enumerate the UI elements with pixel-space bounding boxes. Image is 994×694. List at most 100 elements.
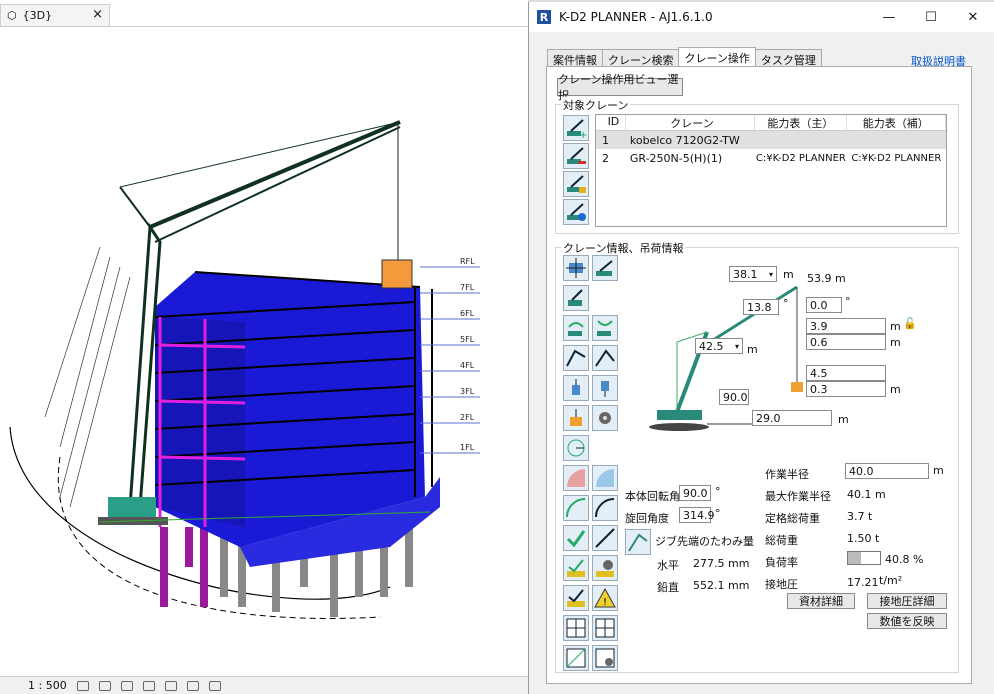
range-area-icon[interactable]	[563, 495, 589, 521]
remove-crane-icon[interactable]	[563, 143, 589, 169]
apply-values-button[interactable]: 数値を反映	[867, 613, 947, 629]
lock-crane-icon[interactable]	[563, 171, 589, 197]
main-boom-select[interactable]: 42.5 ▾	[695, 338, 743, 354]
grid-icon[interactable]	[592, 615, 618, 641]
boom-down-icon[interactable]	[592, 315, 618, 341]
rotation-label: 本体回転角	[625, 490, 680, 503]
model-view[interactable]: ⬡ {3D} × RFL 7FL 6FL 5FL 4FL 3FL 2FL 1FL…	[0, 0, 528, 694]
boom-up-icon[interactable]	[563, 315, 589, 341]
crane-view-icon[interactable]	[592, 255, 618, 281]
material-detail-button[interactable]: 資材詳細	[787, 593, 855, 609]
ground-check-icon[interactable]	[563, 555, 589, 581]
offset-angle-unit: °	[845, 295, 851, 308]
boom-length-select[interactable]: 38.1 ▾	[729, 266, 777, 282]
boom-length-unit: m	[783, 268, 794, 281]
table-row[interactable]: 2 GR-250N-5(H)(1) C:¥K-D2 PLANNER C:¥K-D…	[596, 149, 946, 167]
grid-settings-icon[interactable]	[592, 645, 618, 671]
interference-icon[interactable]	[563, 585, 589, 611]
ground-settings-icon[interactable]	[592, 555, 618, 581]
ground-pressure-value: 17.21	[847, 576, 879, 589]
3d-viewport[interactable]: RFL 7FL 6FL 5FL 4FL 3FL 2FL 1FL	[0, 26, 528, 676]
shading-icon[interactable]	[98, 680, 111, 691]
row-crane: GR-250N-5(H)(1)	[629, 151, 723, 165]
load-icon[interactable]	[563, 405, 589, 431]
max-radius-value: 40.1 m	[847, 488, 886, 501]
view-tab-3d[interactable]: ⬡ {3D} ×	[0, 4, 110, 26]
unit-m: m	[933, 464, 944, 477]
view-style-icon[interactable]	[76, 680, 89, 691]
range-arc-icon[interactable]	[592, 495, 618, 521]
height-field-2[interactable]: 0.6	[806, 334, 886, 350]
svg-text:+: +	[579, 130, 587, 139]
row-main: C:¥K-D2 PLANNER	[755, 152, 846, 164]
col-aux-table: 能力表（補）	[847, 115, 947, 130]
horizontal-label: 水平	[657, 559, 679, 572]
sun-icon[interactable]	[120, 680, 133, 691]
load-rate-fill	[848, 552, 862, 564]
height-field-1[interactable]: 3.9	[806, 318, 886, 334]
floor-label: RFL	[460, 257, 475, 266]
range-red-icon[interactable]	[563, 465, 589, 491]
rotation-field[interactable]: 90.0	[679, 485, 711, 501]
col-main-table: 能力表（主）	[755, 115, 847, 130]
slew-unit: °	[715, 507, 721, 520]
row-aux: C:¥K-D2 PLANNER	[851, 152, 942, 164]
unit-m: m	[838, 413, 849, 426]
hide-icon[interactable]	[186, 680, 199, 691]
load-rate-label: 負荷率	[765, 556, 798, 569]
jib-retract-icon[interactable]	[592, 345, 618, 371]
close-button[interactable]: ✕	[952, 2, 994, 32]
grid-check-icon[interactable]	[563, 615, 589, 641]
table-row[interactable]: 1 kobelco 7120G2-TW	[596, 131, 946, 149]
measure-icon[interactable]	[592, 525, 618, 551]
pressure-detail-button[interactable]: 接地圧詳細	[867, 593, 947, 609]
unit-m: m	[890, 336, 901, 349]
radius-field[interactable]: 29.0	[752, 410, 832, 426]
floor-label: 2FL	[460, 413, 475, 422]
ground-pressure-label: 接地圧	[765, 578, 798, 591]
table-header: ID クレーン 能力表（主） 能力表（補）	[596, 115, 947, 131]
crop-icon[interactable]	[164, 680, 177, 691]
floor-label: 3FL	[460, 387, 475, 396]
crane-move-icon[interactable]	[563, 255, 589, 281]
vertical-value: 552.1 mm	[693, 579, 750, 592]
crane-rotate-icon[interactable]	[563, 285, 589, 311]
row-id: 1	[602, 133, 609, 147]
hook-down-icon[interactable]	[592, 375, 618, 401]
warning-icon[interactable]: !	[592, 585, 618, 611]
view-select-button[interactable]: クレーン操作用ビュー選択	[557, 73, 683, 102]
slew-field[interactable]: 314.9	[679, 507, 715, 523]
range-blue-icon[interactable]	[592, 465, 618, 491]
load-field-2[interactable]: 0.3	[806, 381, 886, 397]
lock-icon[interactable]: 🔓	[903, 317, 917, 330]
offset-angle-field[interactable]: 0.0	[806, 297, 842, 313]
load-settings-icon[interactable]	[592, 405, 618, 431]
building-crane-render: RFL 7FL 6FL 5FL 4FL 3FL 2FL 1FL	[9, 120, 480, 619]
minimize-button[interactable]: —	[868, 2, 910, 32]
close-tab-icon[interactable]: ×	[92, 7, 103, 22]
load-field-1[interactable]: 4.5	[806, 365, 886, 381]
jib-extend-icon[interactable]	[563, 345, 589, 371]
reveal-icon[interactable]	[208, 680, 221, 691]
slew-label: 旋回角度	[625, 512, 669, 525]
floor-label: 4FL	[460, 361, 475, 370]
shadow-icon[interactable]	[142, 680, 155, 691]
max-radius-label: 最大作業半径	[765, 490, 831, 503]
boom-angle-unit: °	[783, 297, 789, 310]
floor-label: 6FL	[460, 309, 475, 318]
base-angle-field[interactable]: 90.0	[719, 389, 749, 405]
refresh-crane-icon[interactable]	[563, 199, 589, 225]
work-radius-field[interactable]: 40.0	[845, 463, 929, 479]
maximize-button[interactable]: ☐	[910, 2, 952, 32]
col-crane: クレーン	[626, 115, 756, 130]
hook-up-icon[interactable]	[563, 375, 589, 401]
add-crane-icon[interactable]: +	[563, 115, 589, 141]
k-d2-planner-window: R K-D2 PLANNER - AJ1.6.1.0 — ☐ ✕ 案件情報 クレ…	[528, 2, 994, 694]
total-load-value: 1.50 t	[847, 532, 880, 545]
radius-icon[interactable]	[563, 435, 589, 461]
grid-edit-icon[interactable]	[563, 645, 589, 671]
boom-angle-field[interactable]: 13.8	[743, 299, 779, 315]
row-id: 2	[602, 151, 609, 165]
vertical-label: 鉛直	[657, 581, 679, 594]
check-icon[interactable]	[563, 525, 589, 551]
